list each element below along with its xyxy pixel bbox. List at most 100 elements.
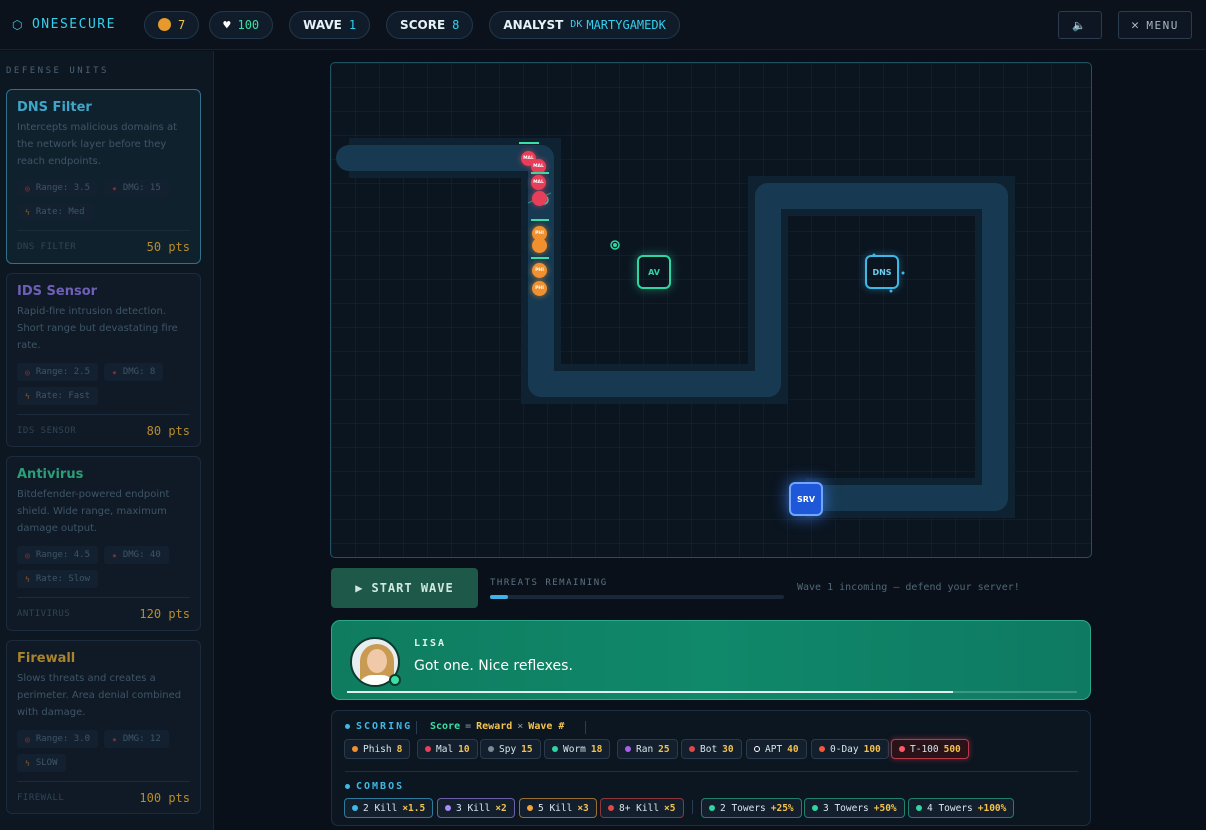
threat-score-chip: Spy 15 xyxy=(480,739,541,759)
analyst-label: ANALYST xyxy=(503,17,564,32)
threat-dot-icon xyxy=(819,746,825,752)
sidebar-title: DEFENSE UNITS xyxy=(6,66,109,76)
unit-description: Intercepts malicious domains at the netw… xyxy=(17,122,177,167)
unit-code: DNS FILTER xyxy=(17,241,77,252)
scoring-panel: SCORING Score = Reward × Wave # Phish 8 Ma… xyxy=(331,710,1091,826)
combos-title: COMBOS xyxy=(345,781,404,792)
tower-combo-chip: 3 Towers +50% xyxy=(804,798,905,818)
online-status-icon xyxy=(389,674,401,686)
score-label: SCORE xyxy=(400,17,446,32)
score-pill: SCORE 8 xyxy=(386,10,474,39)
unit-cost: 50 pts xyxy=(146,239,190,254)
menu-button[interactable]: ✕ MENU xyxy=(1118,11,1192,39)
dns-filter-tower[interactable]: DNS xyxy=(865,255,899,289)
threat-dot-icon xyxy=(899,746,905,752)
phishing-enemy: PHI xyxy=(532,263,547,278)
unit-card-firewall[interactable]: Firewall Slows threats and creates a per… xyxy=(6,640,201,814)
unit-description: Rapid-fire intrusion detection. Short ra… xyxy=(17,306,178,351)
sound-button[interactable]: 🔈 xyxy=(1058,11,1102,39)
burst-icon: ✷ xyxy=(112,734,117,744)
threat-score-chip: Worm 18 xyxy=(544,739,611,759)
phishing-enemy xyxy=(532,238,547,253)
unit-description: Slows threats and creates a perimeter. A… xyxy=(17,673,182,718)
unit-name: Antivirus xyxy=(17,467,84,482)
divider xyxy=(345,771,1078,772)
range-stat: ◎ Range: 3.5 xyxy=(17,179,99,197)
combo-dot-icon xyxy=(709,805,715,811)
threat-score-chip: Ran 25 xyxy=(617,739,678,759)
coin-bag-icon xyxy=(158,18,171,31)
unit-description: Bitdefender-powered endpoint shield. Wid… xyxy=(17,489,170,534)
start-wave-button[interactable]: ▶ START WAVE xyxy=(331,568,478,608)
dialog-timer-bar xyxy=(347,691,1077,693)
kill-combo-chip: 2 Kill ×1.5 xyxy=(344,798,434,818)
kill-combo-chip: 5 Kill ×3 xyxy=(519,798,597,818)
threat-score-chip: T-100 500 xyxy=(891,739,969,759)
combo-dot-icon xyxy=(352,805,358,811)
analyst-name: MARTYGAMEDK xyxy=(586,17,666,32)
bullet-icon xyxy=(345,724,350,729)
advisor-dialog[interactable]: LISA Got one. Nice reflexes. xyxy=(331,620,1091,700)
rate-stat: ϟ Rate: Fast xyxy=(17,387,99,405)
threats-progress-fill xyxy=(490,595,508,599)
damage-stat: ✷ DMG: 8 xyxy=(104,363,164,381)
threat-score-chip: 0-Day 100 xyxy=(811,739,889,759)
unit-card-ids-sensor[interactable]: IDS Sensor Rapid-fire intrusion detectio… xyxy=(6,273,201,447)
phishing-enemy: PHI xyxy=(532,281,547,296)
threat-dot-icon xyxy=(754,746,760,752)
unit-code: ANTIVIRUS xyxy=(17,608,71,619)
bolt-icon: ϟ xyxy=(25,574,30,584)
unit-code: IDS SENSOR xyxy=(17,425,77,436)
score-formula: Score = Reward × Wave # xyxy=(416,721,564,734)
enemy-health-bar xyxy=(531,257,549,259)
antivirus-tower[interactable]: AV xyxy=(637,255,671,289)
enemy-health-bar xyxy=(519,142,539,144)
range-stat: ◎ Range: 4.5 xyxy=(17,546,99,564)
combo-dot-icon xyxy=(608,805,614,811)
unit-name: DNS Filter xyxy=(17,100,92,115)
unit-name: IDS Sensor xyxy=(17,284,98,299)
play-icon: ▶ xyxy=(355,581,364,595)
coins-pill: 7 xyxy=(144,10,200,39)
bullet-icon xyxy=(345,784,350,789)
bolt-icon: ϟ xyxy=(25,207,30,217)
threat-path xyxy=(336,138,1015,518)
speaker-icon: 🔈 xyxy=(1072,18,1088,32)
health-value: 100 xyxy=(237,17,260,32)
kill-combo-chip: 8+ Kill ×5 xyxy=(600,798,684,818)
burst-icon: ✷ xyxy=(112,550,117,560)
tower-combo-chip: 2 Towers +25% xyxy=(701,798,802,818)
wave-status-message: Wave 1 incoming — defend your server! xyxy=(797,582,1020,593)
threat-dot-icon xyxy=(488,746,494,752)
threat-dot-icon xyxy=(689,746,695,752)
target-icon: ◎ xyxy=(25,550,30,560)
game-map[interactable]: MAL MAL MAL PHI PHI PHI AV DNS SRV xyxy=(330,62,1092,558)
unit-card-dns-filter[interactable]: DNS Filter Intercepts malicious domains … xyxy=(6,89,201,264)
unit-cost: 80 pts xyxy=(146,423,190,438)
combo-dot-icon xyxy=(527,805,533,811)
target-icon: ◎ xyxy=(25,734,30,744)
close-icon: ✕ xyxy=(1131,17,1141,33)
health-pill: ♥ 100 xyxy=(209,10,274,39)
damage-stat: ✷ DMG: 40 xyxy=(104,546,169,564)
burst-icon: ✷ xyxy=(112,367,117,377)
dialog-timer-fill xyxy=(347,691,953,693)
threats-progress-bar xyxy=(490,595,784,599)
rate-stat: ϟ SLOW xyxy=(17,754,66,772)
target-icon: ◎ xyxy=(25,367,30,377)
range-stat: ◎ Range: 3.0 xyxy=(17,730,99,748)
combo-dot-icon xyxy=(812,805,818,811)
tower-combo-chip: 4 Towers +100% xyxy=(908,798,1015,818)
country-flag: DK xyxy=(570,19,583,30)
wave-pill: WAVE 1 xyxy=(289,10,371,39)
brand-name: ONESECURE xyxy=(31,17,116,32)
unit-code: FIREWALL xyxy=(17,792,65,803)
rate-stat: ϟ Rate: Slow xyxy=(17,570,99,588)
combo-dot-icon xyxy=(916,805,922,811)
divider xyxy=(692,800,693,814)
unit-card-antivirus[interactable]: Antivirus Bitdefender-powered endpoint s… xyxy=(6,456,201,631)
scoring-title: SCORING xyxy=(345,721,412,732)
dialog-text: Got one. Nice reflexes. xyxy=(414,658,573,674)
threat-score-chip: Mal 10 xyxy=(417,739,478,759)
bolt-icon: ϟ xyxy=(25,391,30,401)
